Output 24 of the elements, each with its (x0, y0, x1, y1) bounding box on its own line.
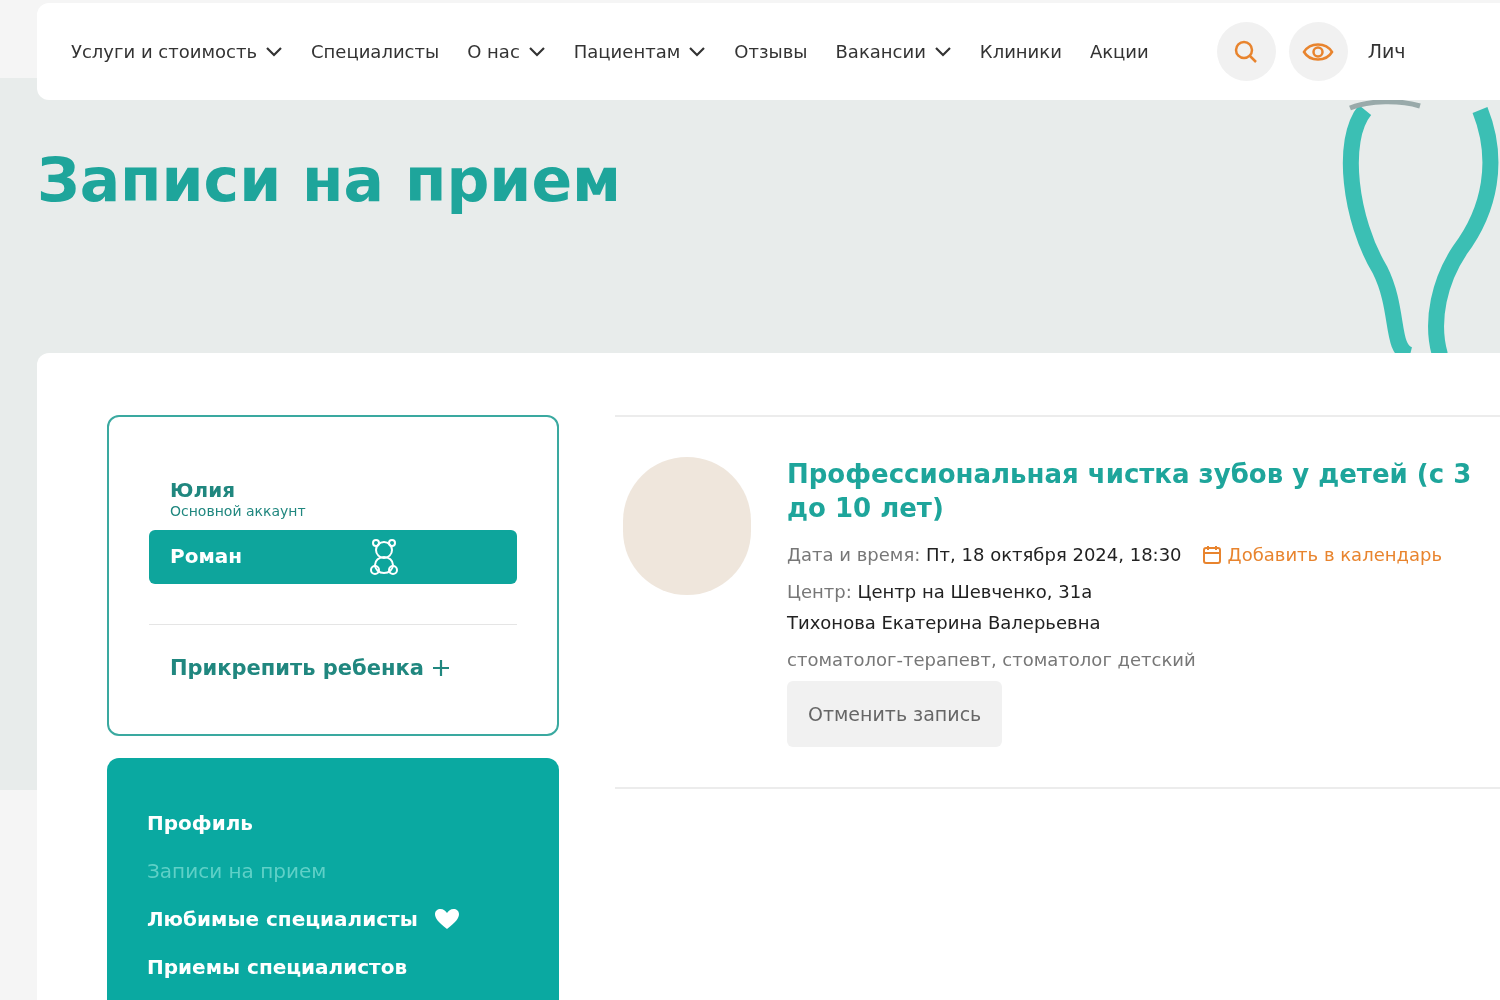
nav-link[interactable]: Пациентам (573, 38, 707, 65)
doctor-name: Тихонова Екатерина Валерьевна (787, 611, 1102, 635)
attach-child-link[interactable]: Прикрепить ребенка (149, 652, 517, 684)
account-name: Роман (170, 544, 244, 569)
nav-link[interactable]: О нас (467, 38, 546, 65)
appointment-center: Центр: Центр на Шевченко, 31а (787, 580, 1094, 604)
nav-link[interactable]: Вакансии (835, 38, 952, 65)
nav-link[interactable]: Специалисты (311, 38, 440, 65)
account-item[interactable]: Юлия Основной аккаунт (149, 469, 517, 530)
account-link[interactable]: Лич (1367, 37, 1406, 66)
nav-link[interactable]: Клиники (979, 38, 1062, 65)
appointment-title: Профессиональная чистка зубов у детей (с 3 до 10 лет) (787, 458, 1473, 525)
nav-link[interactable]: Услуги и стоимость (71, 38, 283, 65)
nav-link[interactable]: Акции (1089, 38, 1149, 65)
doctor-specialty: стоматолог-терапевт, стоматолог детский (787, 648, 1197, 672)
appointment-datetime: Дата и время: Пт, 18 октября 2024, 18:30 (787, 543, 1182, 567)
eye-icon (1302, 40, 1335, 63)
nav-link[interactable]: Отзывы (734, 38, 808, 65)
teddy-bear-icon (369, 538, 399, 575)
account-name: Юлия (170, 478, 236, 503)
plus-icon (431, 659, 450, 678)
account-subtitle: Основной аккаунт (170, 503, 307, 521)
calendar-icon (1201, 544, 1222, 565)
cancel-appointment-button[interactable]: Отменить запись (787, 681, 1003, 747)
